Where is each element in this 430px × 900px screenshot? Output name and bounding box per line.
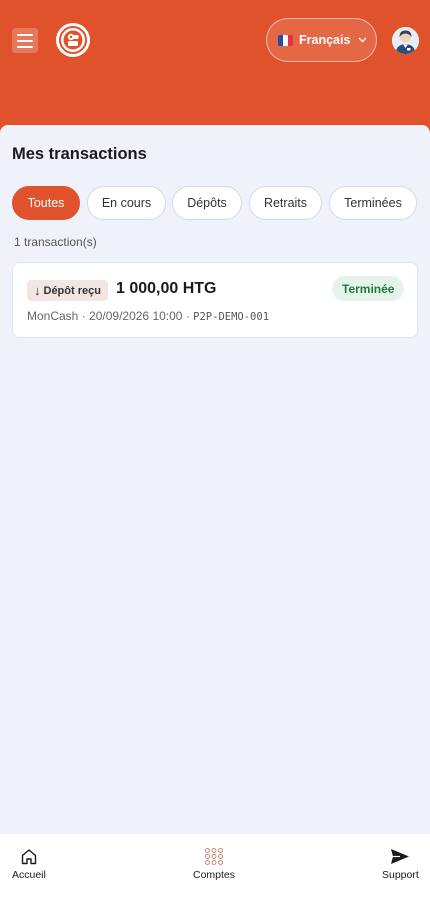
app-header: Français bbox=[0, 0, 430, 140]
app-logo[interactable] bbox=[56, 23, 90, 57]
nav-item-accounts[interactable]: Comptes bbox=[193, 848, 235, 881]
transaction-reference: P2P-DEMO-001 bbox=[193, 311, 270, 323]
filter-chip-in-progress[interactable]: En cours bbox=[87, 186, 166, 220]
filter-chip-completed[interactable]: Terminées bbox=[329, 186, 417, 220]
transaction-type-badge: ↓ Dépôt reçu bbox=[27, 280, 108, 301]
menu-button[interactable] bbox=[12, 28, 38, 53]
transaction-count: 1 transaction(s) bbox=[14, 235, 97, 249]
status-badge: Terminée bbox=[332, 276, 405, 301]
language-selector[interactable]: Français bbox=[266, 18, 377, 62]
menu-icon-line bbox=[17, 39, 33, 42]
filter-chip-withdrawals[interactable]: Retraits bbox=[249, 186, 322, 220]
filter-chip-all[interactable]: Toutes bbox=[12, 186, 80, 220]
user-avatar[interactable] bbox=[392, 27, 419, 54]
transaction-datetime: 20/09/2026 10:00 bbox=[89, 309, 183, 323]
page-title: Mes transactions bbox=[12, 145, 147, 163]
transaction-type-label: Dépôt reçu bbox=[43, 284, 101, 297]
logo-icon bbox=[59, 26, 87, 54]
chevron-down-icon bbox=[358, 37, 367, 43]
transaction-meta: MonCash · 20/09/2026 10:00 · P2P-DEMO-00… bbox=[27, 309, 269, 323]
grid-icon bbox=[205, 848, 223, 865]
filter-chip-deposits[interactable]: Dépôts bbox=[172, 186, 242, 220]
transaction-card[interactable]: ↓ Dépôt reçu 1 000,00 HTG Terminée MonCa… bbox=[12, 262, 418, 338]
menu-icon-line bbox=[17, 33, 33, 36]
send-icon bbox=[391, 849, 410, 864]
nav-label-support: Support bbox=[382, 869, 419, 881]
user-avatar-icon bbox=[392, 27, 419, 54]
nav-label-home: Accueil bbox=[12, 869, 46, 881]
menu-icon-line bbox=[17, 45, 33, 48]
meta-separator: · bbox=[81, 309, 90, 323]
nav-item-home[interactable]: Accueil bbox=[12, 848, 46, 881]
nav-label-accounts: Comptes bbox=[193, 869, 236, 881]
transaction-amount: 1 000,00 HTG bbox=[116, 280, 217, 297]
france-flag-icon bbox=[278, 34, 293, 46]
arrow-down-icon: ↓ bbox=[34, 283, 41, 298]
nav-item-support[interactable]: Support bbox=[382, 848, 419, 881]
payment-method: MonCash bbox=[27, 309, 79, 323]
home-icon bbox=[21, 849, 37, 865]
language-label: Français bbox=[299, 33, 351, 47]
bottom-navigation: Accueil Comptes Support bbox=[0, 833, 430, 900]
transactions-panel: Mes transactions Toutes En cours Dépôts … bbox=[0, 125, 430, 833]
